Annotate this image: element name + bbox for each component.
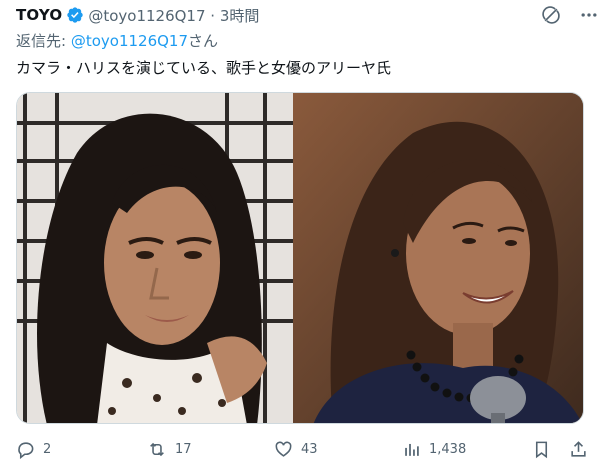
- replying-to: 返信先: @toyo1126Q17さん: [16, 30, 218, 51]
- tweet-media[interactable]: [16, 92, 584, 424]
- views-count: 1,438: [429, 441, 467, 457]
- share-icon: [569, 440, 588, 459]
- share-button[interactable]: [569, 440, 588, 459]
- tweet-header: TOYO @toyo1126Q17 · 3時間: [16, 4, 599, 26]
- author-handle-time[interactable]: @toyo1126Q17 · 3時間: [88, 5, 259, 26]
- tweet-text: カマラ・ハリスを演じている、歌手と女優のアリーヤ氏: [16, 59, 392, 77]
- replying-mention-link[interactable]: @toyo1126Q17: [71, 32, 188, 50]
- views-button[interactable]: 1,438: [402, 440, 466, 459]
- verified-badge-icon: [66, 6, 84, 24]
- like-button[interactable]: 43: [274, 440, 318, 459]
- replying-suffix: さん: [188, 32, 219, 50]
- bookmark-button[interactable]: [532, 440, 551, 459]
- retweet-button[interactable]: 17: [147, 440, 192, 459]
- reply-icon: [16, 440, 35, 459]
- views-icon: [402, 440, 421, 459]
- more-icon[interactable]: [579, 5, 599, 25]
- replying-prefix: 返信先:: [16, 32, 71, 50]
- bookmark-icon: [532, 440, 551, 459]
- retweet-icon: [147, 440, 167, 459]
- grok-icon[interactable]: [541, 5, 561, 25]
- tweet-actions: 2 17 43 1,438: [16, 436, 599, 462]
- photo-right[interactable]: [293, 93, 583, 423]
- author-name[interactable]: TOYO: [16, 6, 62, 24]
- reply-button[interactable]: 2: [16, 440, 51, 459]
- like-count: 43: [301, 441, 318, 457]
- reply-count: 2: [43, 441, 52, 457]
- retweet-count: 17: [175, 441, 192, 457]
- header-actions: [541, 4, 599, 26]
- photo-left[interactable]: [17, 93, 293, 423]
- heart-icon: [274, 440, 293, 459]
